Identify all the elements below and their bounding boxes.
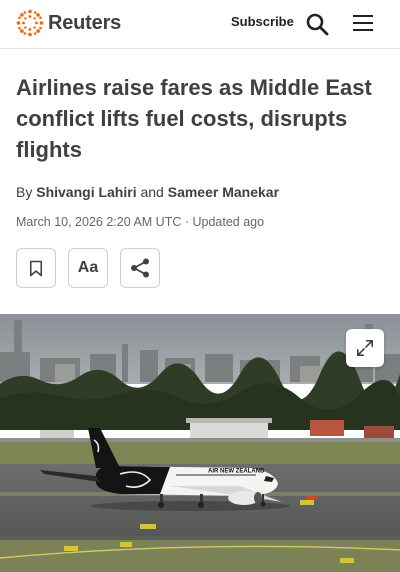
dateline: March 10, 2026 2:20 AM UTC · Updated ago (16, 215, 264, 229)
reuters-logo[interactable]: Reuters (16, 9, 121, 37)
expand-icon (356, 339, 374, 357)
byline: By Shivangi Lahiri and Sameer Manekar (16, 184, 279, 200)
author-link-1[interactable]: Shivangi Lahiri (36, 184, 136, 200)
bookmark-button[interactable] (16, 248, 56, 288)
subscribe-link[interactable]: Subscribe (231, 14, 294, 29)
byline-joiner: and (140, 184, 164, 200)
hamburger-menu-icon[interactable] (352, 13, 374, 33)
share-button[interactable] (120, 248, 160, 288)
search-icon[interactable] (305, 12, 329, 36)
article-hero-image[interactable]: AIR NEW ZEALAND (0, 314, 400, 572)
top-navigation-bar: Reuters Subscribe (0, 0, 400, 49)
airport-photo: AIR NEW ZEALAND (0, 314, 400, 572)
brand-name: Reuters (48, 11, 122, 34)
byline-prefix: By (16, 184, 33, 200)
expand-image-button[interactable] (346, 329, 384, 367)
text-size-button[interactable]: Aa (68, 248, 108, 288)
article-actions: Aa (16, 248, 160, 288)
bookmark-icon (29, 260, 43, 276)
updated-label: · Updated ago (184, 215, 265, 229)
text-size-label: Aa (77, 259, 99, 276)
article-headline: Airlines raise fares as Middle East conf… (16, 75, 372, 162)
reuters-logo-icon (16, 9, 44, 37)
author-link-2[interactable]: Sameer Manekar (168, 184, 279, 200)
aircraft-livery-text: AIR NEW ZEALAND (208, 469, 265, 475)
share-icon (131, 258, 149, 278)
publish-date: March 10, 2026 2:20 AM UTC (16, 215, 182, 229)
